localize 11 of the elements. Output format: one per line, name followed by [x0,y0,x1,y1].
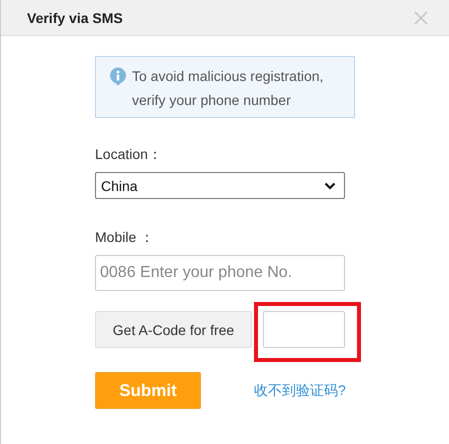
get-code-button[interactable]: Get A-Code for free [95,311,252,348]
location-label: Location： [95,146,163,164]
code-field[interactable] [263,311,345,348]
phone-field[interactable]: 0086 Enter your phone No. [95,255,345,291]
close-icon[interactable] [414,10,428,24]
caret-icon [324,182,336,190]
location-select[interactable]: China [95,172,345,199]
info-icon [109,67,127,86]
dialog-title: Verify via SMS [27,10,123,26]
notice-text: To avoid malicious registration, verify your phone number [132,67,324,110]
mobile-label: Mobile ： [95,229,156,247]
